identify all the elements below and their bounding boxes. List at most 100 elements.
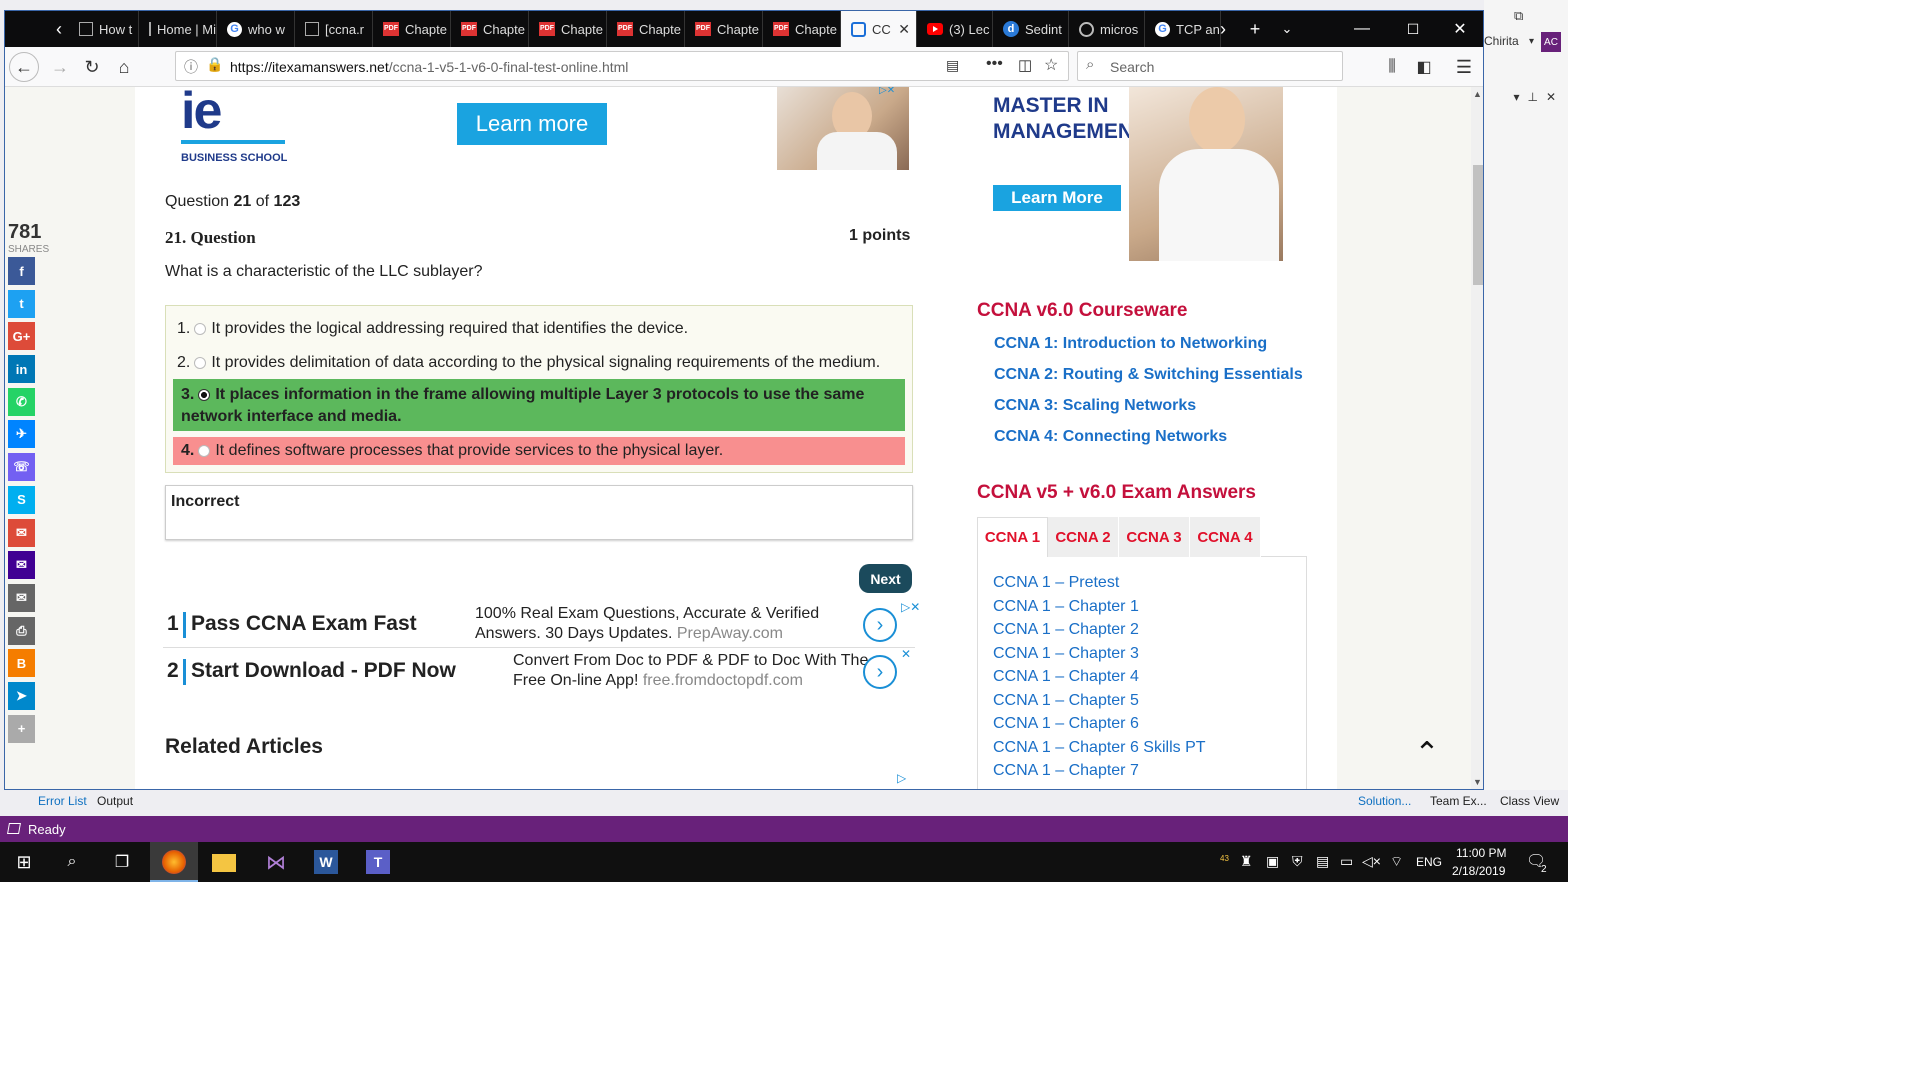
ad-arrow-icon[interactable]: › [863, 655, 897, 689]
forward-icon[interactable]: → [45, 53, 75, 81]
side-learn-more-button[interactable]: Learn More [993, 185, 1121, 211]
scroll-up-icon[interactable]: ▲ [1473, 89, 1482, 99]
pocket-icon[interactable]: ◫ [1018, 56, 1032, 74]
search-input[interactable]: ⌕ Search [1077, 51, 1343, 81]
scroll-to-top-icon[interactable]: ⌃ [1405, 731, 1449, 775]
tray-shield-icon[interactable]: ⛨ [1292, 853, 1303, 870]
googleplus-share-button[interactable]: G+ [8, 322, 35, 351]
avatar[interactable]: AC [1541, 32, 1561, 52]
output-tab[interactable]: Output [97, 794, 133, 808]
courseware-link[interactable]: CCNA 4: Connecting Networks [994, 428, 1227, 446]
radio-button[interactable] [194, 356, 207, 369]
print-share-button[interactable]: ⎙ [8, 616, 35, 645]
file-explorer-icon[interactable] [212, 854, 236, 872]
skype-share-button[interactable]: S [8, 485, 35, 514]
url-text[interactable]: https://itexamanswers.net/ccna-1-v5-1-v6… [230, 59, 628, 75]
chapter-link[interactable]: CCNA 1 – Chapter 5 [993, 692, 1139, 710]
windows-start-icon[interactable]: ⊞ [12, 850, 36, 874]
email-share-button[interactable]: ✉ [8, 583, 35, 612]
info-icon[interactable]: ⓘ [184, 57, 198, 77]
reader-view-icon[interactable]: ▤ [946, 57, 959, 74]
maximize-icon[interactable]: ☐ [1398, 11, 1428, 47]
vs-user-name[interactable]: Chirita [1484, 34, 1519, 48]
error-list-tab[interactable]: Error List [38, 794, 87, 808]
yahoo-mail-share-button[interactable]: ✉ [8, 551, 35, 580]
more-share-button[interactable]: + [8, 714, 35, 743]
browser-tab[interactable]: PDF Chapte [607, 11, 685, 47]
reload-icon[interactable]: ↻ [77, 53, 107, 81]
chapter-link[interactable]: CCNA 1 – Chapter 6 [993, 715, 1139, 733]
browser-tab[interactable]: G TCP an [1145, 11, 1221, 47]
chapter-link[interactable]: CCNA 1 – Chapter 7 [993, 762, 1139, 780]
blogger-share-button[interactable]: B [8, 649, 35, 678]
linkedin-share-button[interactable]: in [8, 355, 35, 384]
adchoices-icon[interactable]: ▷✕ [879, 87, 895, 96]
ad-row[interactable]: 1 Pass CCNA Exam Fast 100% Real Exam Quest… [163, 600, 920, 648]
library-icon[interactable]: ⫼ [1377, 53, 1407, 81]
adchoices-icon[interactable]: ▷ [897, 771, 906, 785]
courseware-link[interactable]: CCNA 2: Routing & Switching Essentials [994, 366, 1303, 384]
team-explorer-tab[interactable]: Team Ex... [1430, 794, 1487, 808]
user-dropdown-icon[interactable]: ▾ [1529, 36, 1534, 47]
facebook-share-button[interactable]: f [8, 257, 35, 285]
viber-share-button[interactable]: ☏ [8, 453, 35, 482]
gmail-share-button[interactable]: ✉ [8, 518, 35, 547]
browser-tab[interactable]: [ccna.r [295, 11, 373, 47]
radio-button[interactable] [198, 444, 211, 457]
answer-option[interactable]: 2. It provides delimitation of data accor… [169, 349, 905, 375]
chapter-link[interactable]: CCNA 1 – Chapter 3 [993, 645, 1139, 663]
bookmark-star-icon[interactable]: ☆ [1044, 55, 1058, 75]
answer-option[interactable]: 1. It provides the logical addressing req… [169, 315, 905, 341]
solution-explorer-tab[interactable]: Solution... [1358, 794, 1411, 808]
ccna-tab[interactable]: CCNA 1 [977, 517, 1048, 557]
home-icon[interactable]: ⌂ [109, 53, 139, 81]
ad-row[interactable]: 2 Start Download - PDF Now Convert From Do… [163, 647, 915, 695]
chapter-link[interactable]: CCNA 1 – Chapter 4 [993, 668, 1139, 686]
visual-studio-icon[interactable]: ⋈ [264, 850, 288, 874]
tab-list-icon[interactable]: ⌄ [1275, 11, 1299, 47]
browser-tab[interactable]: PDF Chapte [529, 11, 607, 47]
browser-tab[interactable]: d Sedint [993, 11, 1069, 47]
browser-tab[interactable]: PDF Chapte [373, 11, 451, 47]
pin-icon[interactable]: ⊥ [1527, 90, 1537, 104]
scroll-down-icon[interactable]: ▼ [1473, 777, 1482, 787]
sidebar-toggle-icon[interactable]: ◧ [1409, 53, 1439, 81]
new-tab-icon[interactable]: + [1243, 11, 1267, 47]
browser-tab[interactable]: PDF Chapte [763, 11, 841, 47]
browser-tab[interactable]: Home | Mi [139, 11, 217, 47]
ad-close-icon[interactable]: ✕ [901, 647, 911, 661]
next-button[interactable]: Next [859, 564, 912, 593]
twitter-share-button[interactable]: t [8, 289, 35, 318]
ad-close-icon[interactable]: ▷✕ [901, 600, 920, 614]
tab-scroll-left-icon[interactable]: ‹ [47, 11, 71, 47]
battery-icon[interactable]: ▭ [1340, 853, 1353, 870]
volume-icon[interactable]: ◁× [1362, 853, 1381, 870]
browser-tab[interactable]: PDF Chapte [685, 11, 763, 47]
minimize-icon[interactable]: — [1347, 11, 1377, 47]
restore-icon[interactable]: ⧉ [1514, 8, 1523, 24]
ad-title[interactable]: Pass CCNA Exam Fast [191, 612, 417, 636]
tray-teams-icon[interactable]: ♜ [1240, 853, 1253, 870]
task-view-icon[interactable]: ❐ [110, 850, 134, 874]
teams-icon[interactable]: T [366, 850, 390, 874]
word-icon[interactable]: W [314, 850, 338, 874]
close-icon[interactable]: ✕ [1546, 90, 1556, 104]
tray-app-icon[interactable]: ▣ [1266, 853, 1279, 870]
telegram-share-button[interactable]: ➤ [8, 681, 35, 710]
browser-tab[interactable]: PDF Chapte [451, 11, 529, 47]
back-icon[interactable]: ← [9, 52, 39, 82]
answer-option[interactable]: 4. It defines software processes that pro… [173, 437, 905, 465]
scrollbar-thumb[interactable] [1473, 165, 1483, 285]
firefox-icon[interactable] [162, 850, 186, 874]
messenger-share-button[interactable]: ✈ [8, 420, 35, 449]
clock-date[interactable]: 2/18/2019 [1452, 864, 1505, 878]
tab-scroll-right-icon[interactable]: › [1211, 11, 1235, 47]
answer-option[interactable]: 3. It places information in the frame all… [173, 379, 905, 431]
menu-icon[interactable]: ☰ [1449, 53, 1479, 81]
radio-button[interactable] [198, 388, 211, 401]
page-scrollbar[interactable]: ▲ ▼ [1471, 87, 1483, 789]
url-bar[interactable]: ⓘ 🔒 https://itexamanswers.net/ccna-1-v5-… [175, 51, 1069, 81]
browser-tab[interactable]: (3) Lec [917, 11, 993, 47]
courseware-link[interactable]: CCNA 1: Introduction to Networking [994, 335, 1267, 353]
dropdown-icon[interactable]: ▾ [1513, 90, 1519, 104]
